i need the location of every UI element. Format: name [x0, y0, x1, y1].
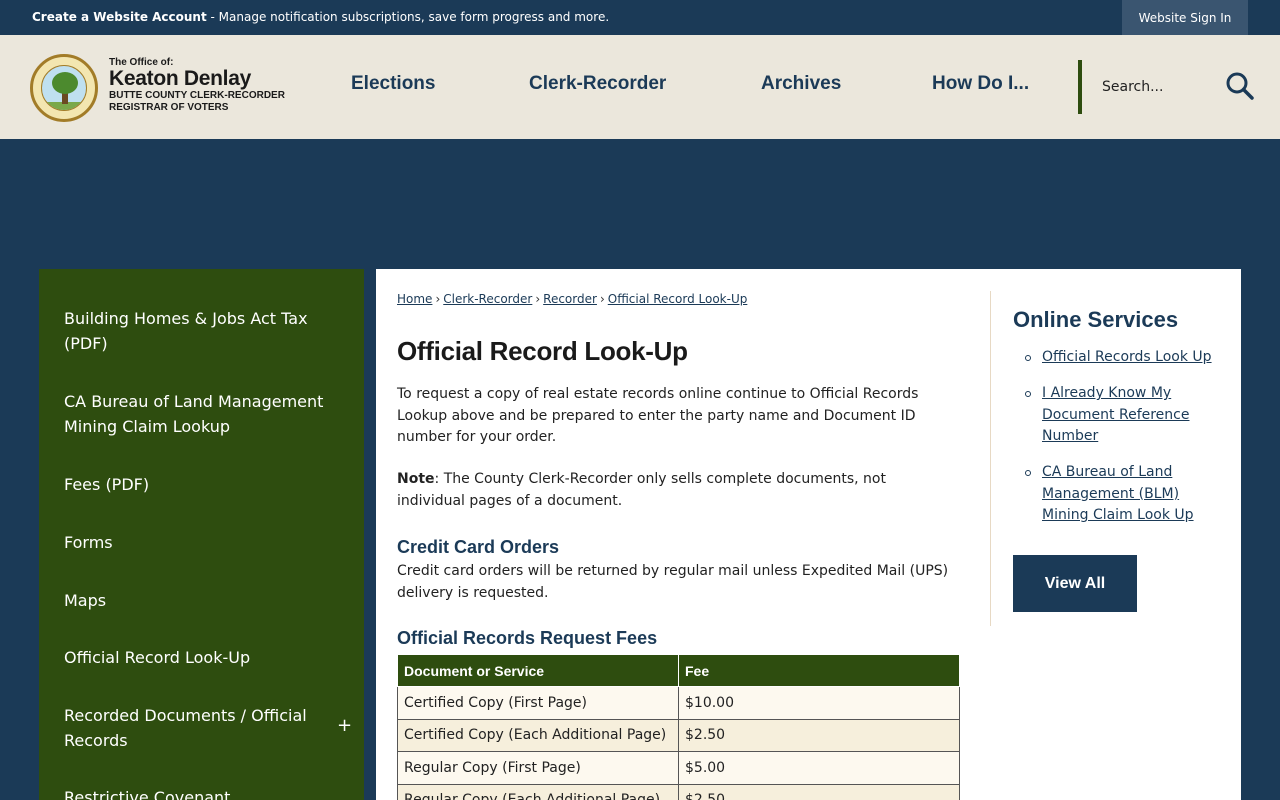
fees-table: Document or Service Fee Certified Copy (… [397, 654, 960, 800]
credit-card-text: Credit card orders will be returned by r… [397, 563, 949, 601]
page-title: Official Record Look-Up [397, 336, 688, 366]
search-icon [1226, 72, 1254, 100]
breadcrumb-home[interactable]: Home [397, 292, 432, 306]
seal-inner [41, 65, 87, 111]
sidebar-item-fees[interactable]: Fees (PDF) [64, 472, 334, 497]
note-paragraph: Note: The County Clerk-Recorder only sel… [397, 469, 957, 512]
breadcrumb-clerk-recorder[interactable]: Clerk-Recorder [443, 292, 532, 306]
list-bullet-icon [1025, 355, 1031, 361]
list-bullet-icon [1025, 470, 1031, 476]
column-divider [990, 291, 991, 626]
expand-toggle-icon[interactable]: + [337, 715, 352, 736]
breadcrumb-separator: › [435, 292, 441, 306]
search-button[interactable] [1224, 70, 1256, 102]
table-cell-fee: $2.50 [678, 783, 960, 800]
county-seal-logo[interactable] [30, 54, 98, 122]
sidebar-item-restrictive-covenant[interactable]: Restrictive Covenant [64, 785, 334, 800]
note-label: Note [397, 471, 435, 487]
seal-tree-icon [52, 72, 78, 94]
service-link-official-records[interactable]: Official Records Look Up [1042, 347, 1222, 369]
sidebar-item-official-record-lookup[interactable]: Official Record Look-Up [64, 645, 334, 670]
sidebar-nav: Building Homes & Jobs Act Tax (PDF) CA B… [39, 269, 364, 800]
breadcrumb-recorder[interactable]: Recorder [543, 292, 597, 306]
search-input[interactable] [1094, 73, 1214, 101]
note-text: : The County Clerk-Recorder only sells c… [397, 471, 886, 509]
view-all-button[interactable]: View All [1013, 555, 1137, 612]
table-row: Regular Copy (First Page) $5.00 [397, 751, 960, 785]
main-content: Home › Clerk-Recorder › Recorder › Official Re… [376, 269, 1241, 800]
table-cell-service: Certified Copy (Each Additional Page) [397, 718, 679, 752]
sidebar-item-forms[interactable]: Forms [64, 530, 334, 555]
sidebar-item-maps[interactable]: Maps [64, 588, 334, 613]
logo-text[interactable]: The Office of: Keaton Denlay BUTTE COUNT… [109, 57, 285, 114]
logo-name: Keaton Denlay [109, 67, 251, 90]
breadcrumb-official-record-lookup[interactable]: Official Record Look-Up [608, 292, 748, 306]
service-link-blm-mining-claim[interactable]: CA Bureau of Land Management (BLM) Minin… [1042, 462, 1202, 527]
table-header-document: Document or Service [397, 654, 679, 687]
table-cell-fee: $2.50 [678, 718, 960, 752]
create-account-link[interactable]: Create a Website Account [32, 10, 207, 24]
nav-elections[interactable]: Elections [351, 73, 435, 95]
credit-card-heading: Credit Card Orders [397, 537, 560, 557]
search-divider [1078, 60, 1082, 114]
table-header-row: Document or Service Fee [397, 654, 960, 687]
table-header-fee: Fee [678, 654, 960, 687]
table-cell-fee: $10.00 [678, 686, 960, 720]
sidebar-item-recorded-documents[interactable]: Recorded Documents / Official Records [64, 703, 334, 753]
fees-heading: Official Records Request Fees [397, 628, 658, 648]
table-cell-service: Regular Copy (First Page) [397, 751, 679, 785]
logo-clerk-recorder: BUTTE COUNTY CLERK-RECORDER [109, 90, 285, 101]
sidebar-item-building-homes[interactable]: Building Homes & Jobs Act Tax (PDF) [64, 306, 334, 356]
account-message: Create a Website Account - Manage notifi… [32, 10, 609, 24]
table-row: Certified Copy (Each Additional Page) $2… [397, 718, 960, 752]
site-header: The Office of: Keaton Denlay BUTTE COUNT… [0, 35, 1280, 139]
table-cell-service: Certified Copy (First Page) [397, 686, 679, 720]
breadcrumb-separator: › [535, 292, 541, 306]
list-bullet-icon [1025, 391, 1031, 397]
logo-registrar: REGISTRAR OF VOTERS [109, 102, 229, 113]
nav-clerk-recorder[interactable]: Clerk-Recorder [529, 73, 666, 95]
sign-in-button[interactable]: Website Sign In [1122, 0, 1248, 35]
breadcrumb-separator: › [599, 292, 605, 306]
table-cell-fee: $5.00 [678, 751, 960, 785]
intro-paragraph: To request a copy of real estate records… [397, 386, 919, 445]
sidebar-item-blm-mining-claim[interactable]: CA Bureau of Land Management Mining Clai… [64, 389, 334, 439]
create-account-description: - Manage notification subscriptions, sav… [206, 10, 610, 24]
service-link-document-reference[interactable]: I Already Know My Document Reference Num… [1042, 383, 1202, 448]
nav-how-do-i[interactable]: How Do I... [932, 73, 1029, 95]
nav-archives[interactable]: Archives [761, 73, 841, 95]
online-services-title: Online Services [1013, 307, 1179, 332]
top-bar: Create a Website Account - Manage notifi… [0, 0, 1280, 35]
table-cell-service: Regular Copy (Each Additional Page) [397, 783, 679, 800]
table-row: Regular Copy (Each Additional Page) $2.5… [397, 783, 960, 800]
breadcrumb: Home › Clerk-Recorder › Recorder › Official Re… [397, 292, 747, 306]
table-row: Certified Copy (First Page) $10.00 [397, 686, 960, 720]
